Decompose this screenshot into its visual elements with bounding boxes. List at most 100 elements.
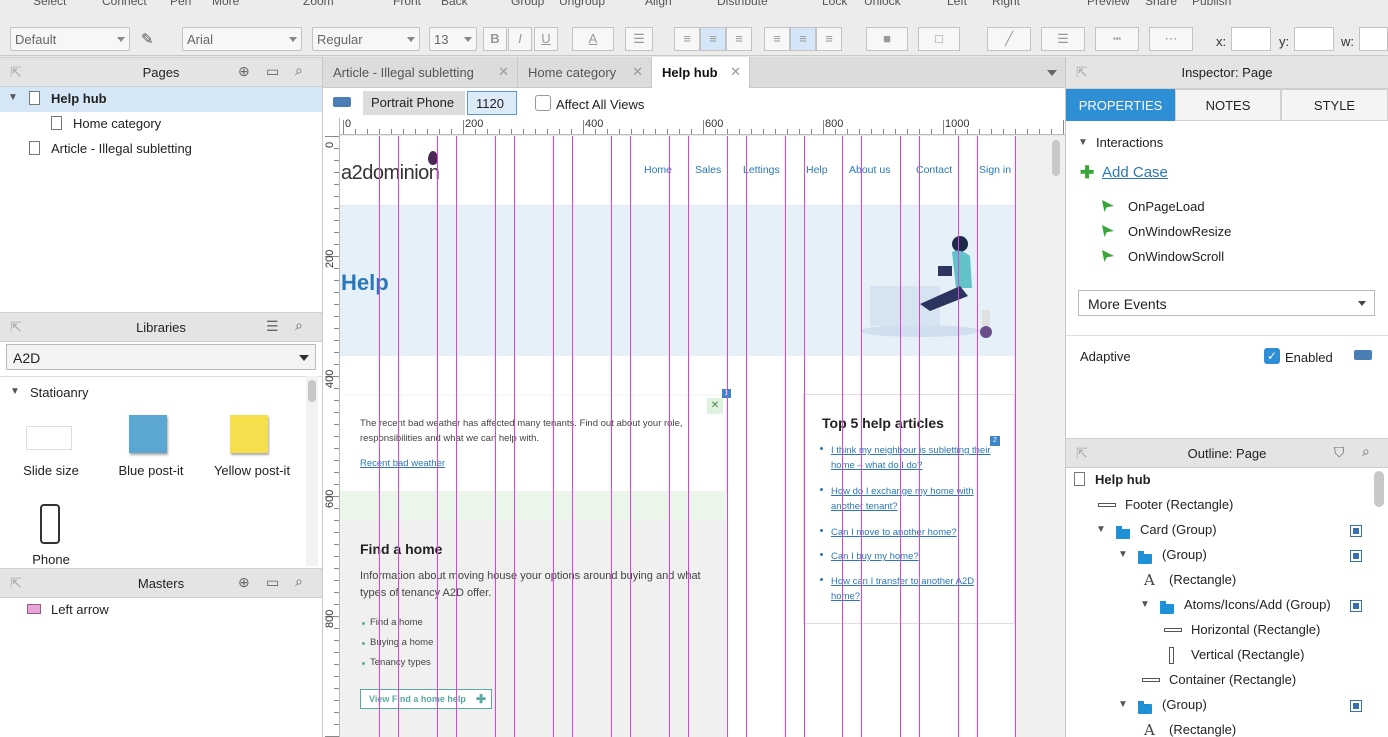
w-input[interactable]	[1359, 27, 1388, 51]
nav-link[interactable]: Help	[806, 164, 828, 176]
toolbar-label[interactable]: Preview	[1087, 0, 1130, 8]
toolbar-label[interactable]: Front	[393, 0, 421, 8]
tab-article[interactable]: Article - Illegal subletting ✕	[323, 57, 518, 88]
font-color-button[interactable]: A	[572, 27, 614, 51]
note-badge[interactable]: 2	[990, 436, 1000, 446]
visibility-icon[interactable]	[1350, 550, 1362, 562]
event-item[interactable]: OnPageLoad	[1128, 199, 1205, 214]
add-folder-icon[interactable]: ▭	[266, 574, 279, 591]
library-scrollbar[interactable]	[306, 376, 318, 566]
plus-icon[interactable]: ✚	[1080, 163, 1094, 183]
toolbar-label[interactable]: Select	[33, 0, 66, 8]
caret-down-icon[interactable]: ▼	[8, 92, 18, 103]
affect-all-checkbox[interactable]	[535, 95, 551, 111]
design-canvas[interactable]: a2dominion Home Sales Lettings Help About us…	[340, 136, 1065, 737]
filter-icon[interactable]: ⛉	[1334, 444, 1345, 461]
align-bottom-icon[interactable]: ≡	[816, 27, 842, 51]
close-icon[interactable]: ✕	[498, 64, 509, 80]
page-item-article[interactable]: Article - Illegal subletting	[0, 137, 322, 162]
caret-down-icon[interactable]: ▼	[1118, 699, 1128, 710]
nav-link[interactable]: Sign in	[979, 164, 1011, 176]
outline-row[interactable]: Footer (Rectangle)	[1066, 493, 1388, 518]
outline-row[interactable]: Horizontal (Rectangle)	[1066, 618, 1388, 643]
align-left-icon[interactable]: ≡	[674, 27, 700, 51]
add-page-icon[interactable]: ⊕	[238, 63, 250, 80]
search-icon[interactable]: ⌕	[295, 62, 303, 79]
toolbar-label[interactable]: Left	[947, 0, 967, 8]
toolbar-label[interactable]: Right	[992, 0, 1020, 8]
font-weight-dropdown[interactable]: Regular	[312, 27, 420, 51]
article-link[interactable]: How do I exchange my home with another t…	[831, 484, 996, 514]
caret-down-icon[interactable]: ▼	[1096, 524, 1106, 535]
tabs-overflow-icon[interactable]	[1047, 70, 1057, 76]
search-icon[interactable]: ⌕	[295, 573, 303, 590]
canvas-scrollbar[interactable]	[1052, 140, 1060, 176]
align-top-icon[interactable]: ≡	[764, 27, 790, 51]
search-icon[interactable]: ⌕	[295, 317, 303, 334]
line-color-icon[interactable]: ╱	[987, 27, 1031, 51]
outline-row[interactable]: A (Rectangle)	[1066, 718, 1388, 737]
toolbar-label[interactable]: Zoom	[303, 0, 334, 8]
library-select[interactable]: A2D	[6, 344, 316, 370]
caret-down-icon[interactable]: ▼	[10, 386, 20, 397]
nav-link[interactable]: About us	[849, 164, 890, 176]
search-icon[interactable]: ⌕	[1362, 443, 1370, 460]
toolbar-label[interactable]: More	[212, 0, 239, 8]
bold-button[interactable]: B	[483, 27, 507, 51]
event-item[interactable]: OnWindowResize	[1128, 224, 1231, 239]
align-right-icon[interactable]: ≡	[726, 27, 752, 51]
toolbar-label[interactable]: Group	[511, 0, 544, 8]
toolbar-label[interactable]: Align	[645, 0, 672, 8]
toolbar-label[interactable]: Back	[441, 0, 468, 8]
arrow-style-icon[interactable]: ⋯	[1149, 27, 1193, 51]
page-item-help-hub[interactable]: ▼ Help hub	[0, 87, 322, 112]
outline-scrollbar[interactable]	[1374, 471, 1384, 507]
article-link[interactable]: Can I move to another home?	[831, 525, 996, 540]
close-icon[interactable]: ✕	[707, 398, 723, 414]
event-item[interactable]: OnWindowScroll	[1128, 249, 1224, 264]
line-style-icon[interactable]: ┅	[1095, 27, 1139, 51]
master-item[interactable]: Left arrow	[0, 598, 322, 622]
page-item-home-category[interactable]: Home category	[0, 112, 322, 137]
visibility-icon[interactable]	[1350, 700, 1362, 712]
add-master-icon[interactable]: ⊕	[238, 574, 250, 591]
more-events-dropdown[interactable]: More Events	[1078, 290, 1375, 316]
visibility-icon[interactable]	[1350, 525, 1362, 537]
caret-down-icon[interactable]: ▼	[1118, 549, 1128, 560]
tab-style[interactable]: STYLE	[1281, 89, 1388, 121]
phone-widget[interactable]	[40, 504, 60, 544]
add-folder-icon[interactable]: ▭	[266, 63, 279, 80]
outline-row[interactable]: ▼ (Group)	[1066, 693, 1388, 718]
tab-properties[interactable]: PROPERTIES	[1066, 89, 1175, 121]
blue-post-it-widget[interactable]	[129, 415, 167, 453]
font-size-dropdown[interactable]: 13	[429, 27, 477, 51]
article-link[interactable]: Can I buy my home?	[831, 549, 996, 564]
toolbar-label[interactable]: Connect	[102, 0, 147, 8]
close-icon[interactable]: ✕	[730, 64, 741, 80]
add-case-link[interactable]: Add Case	[1102, 164, 1168, 181]
visibility-icon[interactable]	[1350, 600, 1362, 612]
article-link[interactable]: I think my neighbour is subletting their…	[831, 443, 996, 473]
nav-link[interactable]: Lettings	[743, 164, 780, 176]
x-input[interactable]	[1231, 27, 1271, 51]
tab-notes[interactable]: NOTES	[1175, 89, 1281, 121]
view-portrait-phone[interactable]: Portrait Phone	[363, 91, 465, 115]
toolbar-label[interactable]: Distribute	[717, 0, 768, 8]
close-icon[interactable]: ✕	[632, 64, 643, 80]
bullet-list-icon[interactable]: ☰	[625, 27, 653, 51]
toolbar-label[interactable]: Publish	[1192, 0, 1231, 8]
toolbar-label[interactable]: Lock	[822, 0, 847, 8]
outline-row[interactable]: Help hub	[1066, 468, 1388, 493]
format-painter-icon[interactable]: ✎	[141, 30, 159, 48]
nav-link[interactable]: Contact	[916, 164, 952, 176]
toolbar-label[interactable]: Ungroup	[559, 0, 605, 8]
enabled-checkbox[interactable]: ✓	[1264, 348, 1280, 364]
underline-button[interactable]: U	[534, 27, 558, 51]
toolbar-label[interactable]: Share	[1145, 0, 1177, 8]
outline-row[interactable]: A (Rectangle)	[1066, 568, 1388, 593]
line-weight-icon[interactable]: ☰	[1041, 27, 1085, 51]
slide-size-widget[interactable]	[26, 426, 72, 450]
nav-link[interactable]: Home	[644, 164, 672, 176]
tab-home-category[interactable]: Home category ✕	[518, 57, 652, 88]
outline-row[interactable]: ▼ Card (Group)	[1066, 518, 1388, 543]
